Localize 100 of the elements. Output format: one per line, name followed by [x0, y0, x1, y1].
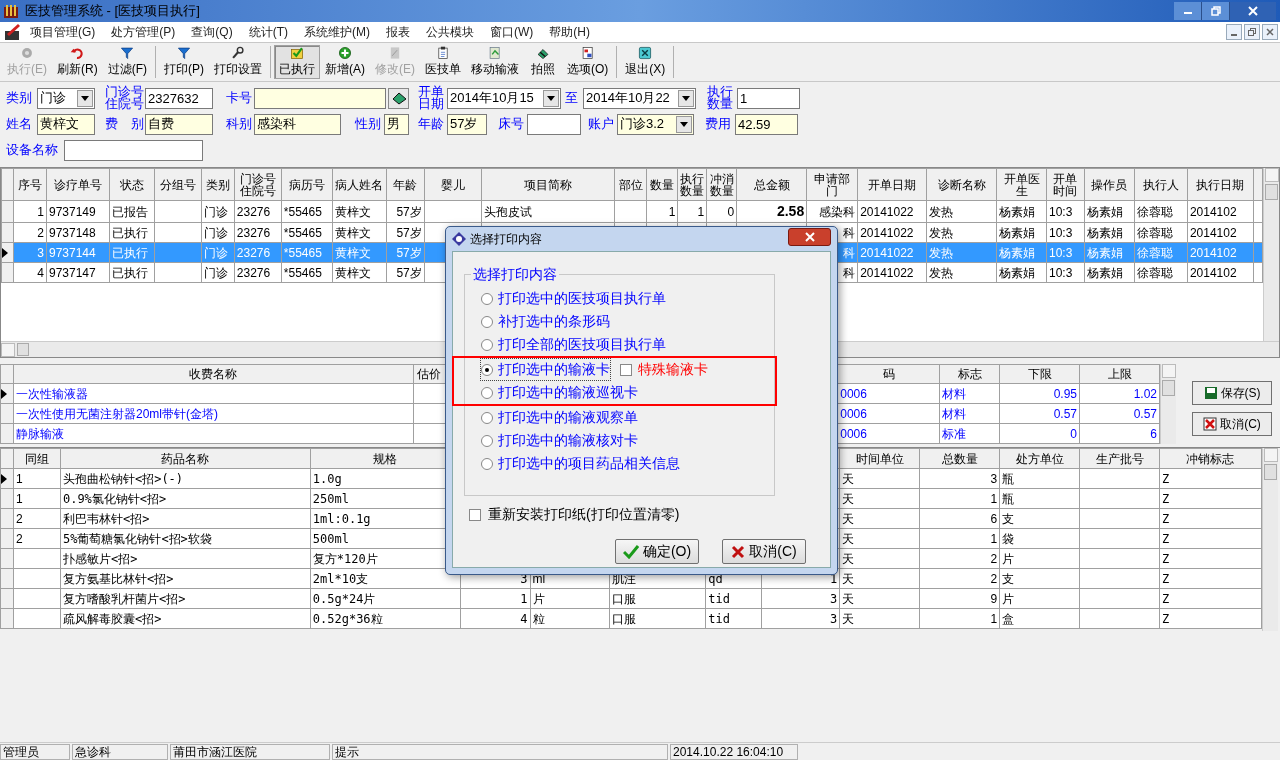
toolbar-button[interactable]: 拍照	[524, 45, 562, 79]
radio-button[interactable]: 打印选中的项目药品相关信息	[481, 453, 680, 474]
table-cell: 复方嗜酸乳杆菌片<招>	[62, 591, 186, 606]
input-field[interactable]	[254, 87, 386, 109]
toolbar-button[interactable]: 打印设置	[209, 45, 267, 79]
close-button[interactable]	[788, 228, 831, 246]
menu-item[interactable]: 报表	[386, 23, 410, 41]
app-menu-icon	[4, 23, 22, 41]
cancel-icon	[1203, 417, 1218, 431]
input-field[interactable]: 1	[737, 87, 800, 109]
table-cell: 1	[990, 531, 998, 546]
menu-item[interactable]: 帮助(H)	[549, 23, 590, 41]
table-cell: 0006	[840, 426, 867, 441]
scrollbar[interactable]	[1160, 364, 1176, 444]
menu-item[interactable]: 统计(T)	[248, 23, 288, 41]
action-button[interactable]: 取消(C)	[1192, 412, 1272, 436]
table-cell: Z	[1162, 551, 1170, 566]
table-cell: 1.02	[1133, 386, 1157, 401]
card-reader-button[interactable]	[388, 87, 409, 109]
table-cell: 头孢皮试	[483, 204, 532, 219]
table-cell: 2	[16, 511, 23, 526]
table-cell: 徐蓉聪	[1136, 225, 1173, 240]
window-title: 医技管理系统 - [医技项目执行]	[25, 2, 200, 21]
menu-item[interactable]: 查询(Q)	[191, 23, 233, 41]
dropdown-arrow-icon	[547, 95, 555, 101]
checkbox[interactable]: 重新安装打印纸(打印位置清零)	[469, 504, 819, 525]
field-label: 性别	[355, 118, 382, 130]
table-cell: 发热	[929, 225, 954, 240]
mdi-minimize-button[interactable]	[1226, 24, 1242, 40]
mdi-close-button[interactable]	[1262, 24, 1278, 40]
checkbox[interactable]: 特殊输液卡	[620, 359, 708, 380]
toolbar-button[interactable]: 退出(X)	[620, 45, 671, 79]
input-field[interactable]: 2327632	[145, 87, 213, 109]
input-field[interactable]: 男	[384, 113, 409, 135]
dropdown[interactable]: 2014年10月15	[447, 87, 561, 109]
mdi-restore-button[interactable]	[1244, 24, 1260, 40]
menu-item[interactable]: 项目管理(G)	[30, 23, 96, 41]
table-cell: 1ml:0.1g	[312, 511, 371, 526]
toolbar-button[interactable]: 选项(O)	[562, 45, 614, 79]
close-button[interactable]	[1230, 2, 1276, 20]
table-cell: 0.57	[1053, 406, 1077, 421]
radio-button[interactable]: 打印选中的输液观察单	[481, 407, 638, 428]
scrollbar[interactable]	[1263, 168, 1279, 341]
table-cell: 1	[990, 611, 998, 626]
toolbar-button[interactable]: 刷新(R)	[52, 45, 103, 79]
table-cell: 盒	[1002, 611, 1015, 626]
table-cell: 疏风解毒胶囊<招>	[62, 611, 162, 626]
table-row[interactable]: 1 9737149 已报告 门诊 23276 *55465 黄梓文 57岁 头孢皮试 1 1 0 2.58 感染科 20141022 发热 杨素娟 10:3 杨素娟 徐蓉聪 2014102	[1, 200, 1263, 223]
radio-button[interactable]: 补打选中的条形码	[481, 311, 610, 332]
table-cell: 徐蓉聪	[1136, 265, 1173, 280]
table-cell: 袋	[1002, 531, 1015, 546]
input-field[interactable]: 自费	[145, 113, 213, 135]
radio-button[interactable]: 打印选中的输液卡	[481, 359, 610, 380]
toolbar-button[interactable]: 过滤(F)	[102, 45, 152, 79]
input-field[interactable]: 42.59	[735, 113, 798, 135]
table-cell: Z	[1162, 491, 1170, 506]
table-cell: qd	[708, 571, 723, 586]
input-field[interactable]: 57岁	[447, 113, 487, 135]
menu-item[interactable]: 处方管理(P)	[111, 23, 176, 41]
field-label: 卡号	[226, 92, 253, 104]
table-cell: 天	[842, 571, 855, 586]
field-label: 科别	[226, 118, 253, 130]
scrollbar[interactable]	[1262, 448, 1278, 631]
input-field[interactable]: 感染科	[254, 113, 341, 135]
dialog-button[interactable]: 确定(O)	[615, 539, 699, 564]
table-cell: 扑感敏片<招>	[62, 551, 138, 566]
toolbar-button[interactable]: 已执行	[274, 45, 320, 79]
dropdown[interactable]: 2014年10月22	[583, 87, 696, 109]
row-pointer-icon	[2, 247, 8, 258]
toolbar-button[interactable]: 新增(A)	[320, 45, 370, 79]
radio-button[interactable]: 打印全部的医技项目执行单	[481, 334, 666, 355]
input-field[interactable]	[527, 113, 581, 135]
input-field[interactable]: 黄梓文	[37, 113, 95, 135]
toolbar-button[interactable]: 移动输液	[466, 45, 524, 79]
table-cell: 0.9%氯化钠针<招>	[62, 491, 167, 506]
menu-item[interactable]: 公共模块	[426, 23, 474, 41]
table-cell: 9737147	[48, 265, 96, 280]
restore-button[interactable]	[1202, 2, 1230, 20]
dropdown[interactable]: 门诊	[37, 87, 95, 109]
table-cell: Z	[1162, 611, 1170, 626]
radio-button[interactable]: 打印选中的医技项目执行单	[481, 288, 666, 309]
dropdown-arrow-icon	[682, 95, 690, 101]
table-cell: 一次性输液器	[16, 386, 88, 401]
radio-button[interactable]: 打印选中的输液核对卡	[481, 430, 638, 451]
table-cell: 2014102	[1189, 265, 1237, 280]
table-cell: 发热	[929, 204, 954, 219]
input-field[interactable]	[64, 139, 203, 161]
minimize-button[interactable]	[1174, 2, 1202, 20]
table-cell: 0006	[840, 406, 867, 421]
table-cell: 支	[1002, 511, 1015, 526]
menu-item[interactable]: 系统维护(M)	[304, 23, 370, 41]
menu-item[interactable]: 窗口(W)	[490, 23, 534, 41]
action-button[interactable]: 保存(S)	[1192, 381, 1272, 405]
table-cell: 科	[843, 245, 856, 260]
toolbar-button[interactable]: 打印(P)	[159, 45, 209, 79]
dialog-button[interactable]: 取消(C)	[722, 539, 806, 564]
dropdown[interactable]: 门诊3.2	[617, 113, 694, 135]
toolbar-button[interactable]: 医技单	[420, 45, 466, 79]
table-cell: 57岁	[396, 245, 422, 260]
table-cell: 杨素娟	[1086, 245, 1123, 260]
